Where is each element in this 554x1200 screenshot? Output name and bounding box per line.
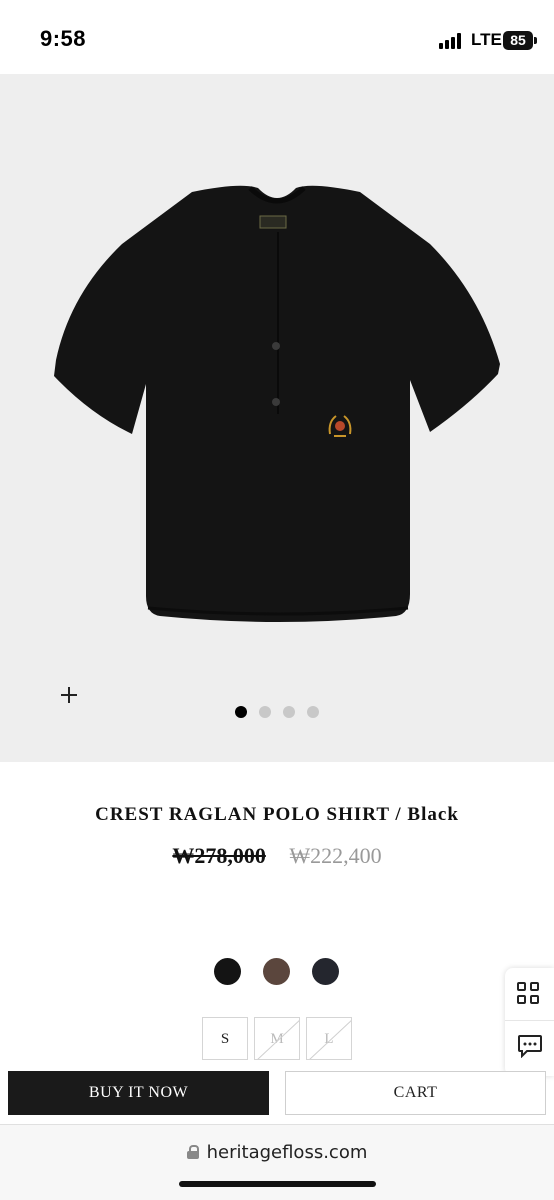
- original-price: ₩278,000: [172, 843, 266, 868]
- color-swatch-navy[interactable]: [312, 958, 339, 985]
- status-time: 9:58: [40, 26, 87, 51]
- product-gallery[interactable]: [0, 74, 554, 762]
- grid-icon[interactable]: [517, 982, 541, 1006]
- sale-price: ₩222,400: [289, 843, 382, 868]
- network-type: LTE: [471, 30, 502, 49]
- signal-icon: [439, 33, 463, 49]
- status-bar: 9:58 LTE 85: [0, 0, 554, 74]
- plus-icon[interactable]: [56, 682, 82, 708]
- chat-icon[interactable]: [517, 1034, 543, 1058]
- gallery-pagination: [235, 706, 319, 718]
- color-options: [214, 958, 339, 985]
- divider: [505, 1020, 554, 1021]
- color-swatch-black[interactable]: [214, 958, 241, 985]
- size-options: S M L: [202, 1017, 352, 1060]
- url-text: heritagefloss.com: [206, 1142, 368, 1163]
- pagination-dot[interactable]: [259, 706, 271, 718]
- home-indicator[interactable]: [179, 1181, 376, 1187]
- floating-action-panel: [505, 968, 554, 1076]
- pagination-dot[interactable]: [283, 706, 295, 718]
- size-option-m[interactable]: M: [254, 1017, 300, 1060]
- battery-icon: 85: [503, 31, 533, 50]
- button-bottom: [272, 398, 280, 406]
- cart-button[interactable]: CART: [285, 1071, 546, 1115]
- pagination-dot[interactable]: [307, 706, 319, 718]
- price-row: ₩278,000 ₩222,400: [0, 843, 554, 869]
- buy-now-button[interactable]: BUY IT NOW: [8, 1071, 269, 1115]
- lock-icon: [186, 1145, 199, 1159]
- url-display[interactable]: heritagefloss.com: [0, 1142, 554, 1163]
- pagination-dot[interactable]: [235, 706, 247, 718]
- browser-address-bar[interactable]: heritagefloss.com: [0, 1124, 554, 1200]
- button-top: [272, 342, 280, 350]
- color-swatch-brown[interactable]: [263, 958, 290, 985]
- neck-label: [259, 215, 287, 229]
- battery-tip: [534, 37, 537, 44]
- product-title: CREST RAGLAN POLO SHIRT / Black: [95, 804, 459, 825]
- size-option-s[interactable]: S: [202, 1017, 248, 1060]
- product-image[interactable]: [50, 184, 504, 624]
- size-option-l[interactable]: L: [306, 1017, 352, 1060]
